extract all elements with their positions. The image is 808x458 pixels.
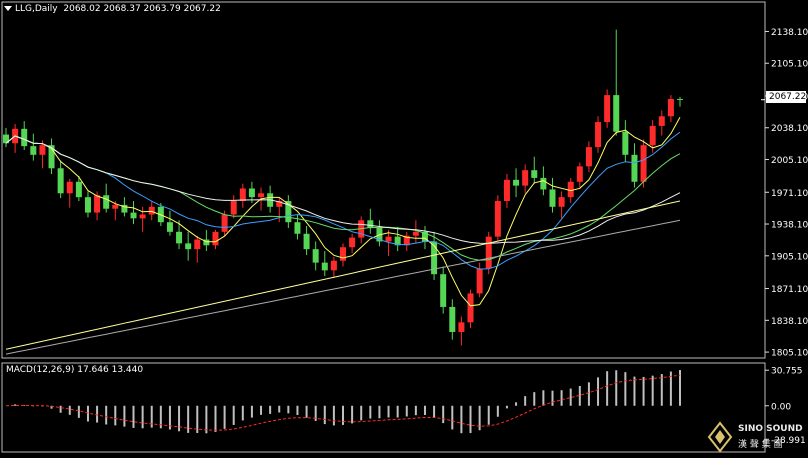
candle-body bbox=[476, 268, 483, 294]
candle-body bbox=[622, 131, 629, 155]
candle-body bbox=[604, 95, 611, 123]
symbol-label: LLG,Daily bbox=[15, 4, 58, 14]
dropdown-triangle-icon[interactable] bbox=[4, 6, 12, 11]
candle-body bbox=[667, 98, 674, 117]
candle-body bbox=[567, 181, 574, 198]
candle-body bbox=[75, 181, 82, 198]
candle-body bbox=[66, 181, 73, 194]
candle-body bbox=[112, 204, 119, 209]
sino-sound-logo: SINO SOUND 漢 聲 集 團 bbox=[706, 420, 806, 454]
price-tick-label: 2138.10 bbox=[771, 28, 808, 38]
candle-body bbox=[531, 170, 538, 178]
logo-text-bottom: 漢 聲 集 團 bbox=[738, 440, 783, 450]
candle-body bbox=[467, 293, 474, 323]
candle-body bbox=[230, 201, 237, 215]
candle-body bbox=[677, 98, 683, 100]
candle-body bbox=[194, 239, 201, 250]
candle-body bbox=[57, 168, 64, 194]
price-tick-label: 1838.10 bbox=[771, 317, 808, 327]
candle-body bbox=[94, 195, 101, 213]
candle-body bbox=[458, 322, 465, 332]
price-tick-label: 2005.10 bbox=[771, 156, 808, 166]
candle-body bbox=[558, 197, 565, 207]
candle-body bbox=[185, 243, 192, 250]
candle-body bbox=[631, 154, 638, 182]
candle-body bbox=[166, 222, 173, 232]
macd-title: MACD(12,26,9) 17.646 13.440 bbox=[6, 365, 143, 375]
macd-panel-border bbox=[1, 362, 766, 453]
price-tick-label: 1871.10 bbox=[771, 285, 808, 295]
candle-body bbox=[212, 231, 219, 246]
price-tick-label: 1971.10 bbox=[771, 189, 808, 199]
candle-body bbox=[148, 206, 155, 215]
candle-body bbox=[549, 189, 556, 207]
candle-body bbox=[576, 166, 583, 182]
candle-body bbox=[640, 145, 647, 182]
candle-body bbox=[312, 249, 319, 263]
logo-text-top: SINO SOUND bbox=[738, 424, 803, 434]
price-tick-label: 1805.10 bbox=[771, 349, 808, 359]
macd-tick-label: 0.00 bbox=[771, 402, 791, 412]
candle-body bbox=[340, 247, 346, 261]
candle-body bbox=[239, 188, 246, 202]
macd-values: 17.646 13.440 bbox=[77, 365, 144, 375]
ma-fast-line bbox=[5, 116, 681, 307]
candle-body bbox=[658, 116, 665, 126]
candle-body bbox=[330, 260, 337, 271]
macd-label: MACD(12,26,9) bbox=[6, 365, 75, 375]
candle-body bbox=[39, 145, 46, 155]
candle-body bbox=[130, 212, 137, 219]
candle-body bbox=[385, 236, 392, 242]
candle-body bbox=[139, 214, 146, 219]
candle-body bbox=[221, 214, 228, 232]
candle-body bbox=[503, 179, 510, 202]
candle-body bbox=[522, 170, 529, 186]
candle-body bbox=[258, 193, 265, 198]
candle-body bbox=[440, 274, 447, 307]
candle-body bbox=[84, 197, 91, 213]
price-tick-label: 2038.10 bbox=[771, 124, 808, 134]
candle-body bbox=[21, 128, 28, 147]
candle-body bbox=[176, 231, 183, 244]
candle-body bbox=[103, 195, 110, 209]
candle-body bbox=[513, 179, 520, 186]
candle-body bbox=[412, 231, 419, 236]
current-price-label: 2067.22 bbox=[766, 91, 806, 103]
ma-long-yellow-line bbox=[5, 200, 681, 350]
candle-body bbox=[294, 222, 301, 234]
ma-long-gray-line bbox=[5, 219, 681, 355]
candle-body bbox=[613, 95, 620, 132]
candle-body bbox=[485, 236, 492, 269]
macd-tick-label: 30.755 bbox=[771, 367, 803, 377]
chart-title: LLG,Daily 2068.02 2068.37 2063.79 2067.2… bbox=[4, 4, 221, 14]
candle-body bbox=[367, 220, 374, 228]
candle-body bbox=[349, 237, 356, 248]
ohlc-values: 2068.02 2068.37 2063.79 2067.22 bbox=[63, 4, 221, 14]
candle-body bbox=[585, 147, 592, 167]
candle-body bbox=[30, 146, 37, 155]
candle-body bbox=[595, 122, 602, 148]
chart-canvas[interactable]: 2138.102105.102071.102038.102005.101971.… bbox=[0, 0, 808, 457]
candle-body bbox=[449, 306, 456, 332]
chart-window[interactable]: 2138.102105.102071.102038.102005.101971.… bbox=[0, 0, 808, 457]
candle-body bbox=[321, 262, 328, 271]
candle-body bbox=[649, 125, 656, 146]
candle-body bbox=[494, 201, 501, 237]
price-tick-label: 2105.10 bbox=[771, 60, 808, 70]
price-panel-border bbox=[1, 1, 766, 359]
candle-body bbox=[248, 188, 255, 198]
price-tick-label: 1905.10 bbox=[771, 252, 808, 262]
candle-body bbox=[540, 177, 547, 190]
price-tick-label: 1938.10 bbox=[771, 221, 808, 231]
candle-body bbox=[303, 233, 310, 250]
